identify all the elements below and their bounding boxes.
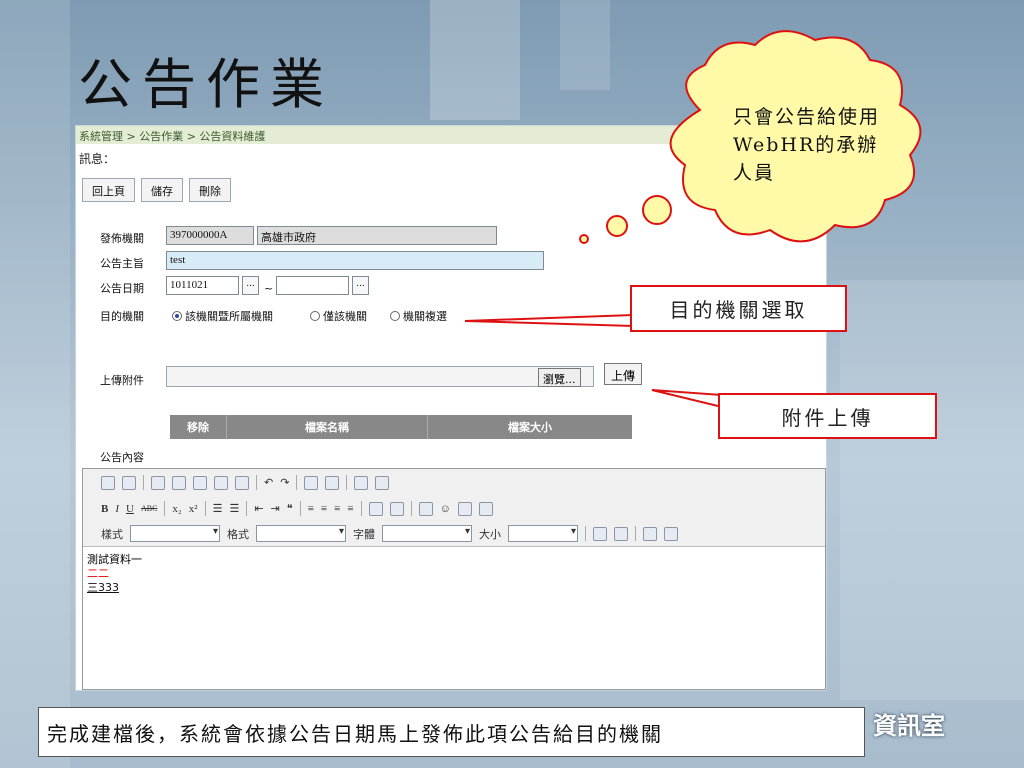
target-callout-pointer [464,313,634,328]
attach-callout-pointer [651,389,723,409]
cloud-callout-text: 只會公告給使用WebHR的承辦人員 [733,106,881,184]
thought-bubble-small [579,234,589,244]
thought-bubble-large [642,195,672,225]
brand-logo-text: 資訊室 [873,712,945,740]
attach-callout: 附件上傳 [718,393,937,439]
bottom-note: 完成建檔後，系統會依據公告日期馬上發佈此項公告給目的機關 [38,707,865,757]
target-callout: 目的機關選取 [630,285,847,332]
thought-bubble-medium [606,215,628,237]
